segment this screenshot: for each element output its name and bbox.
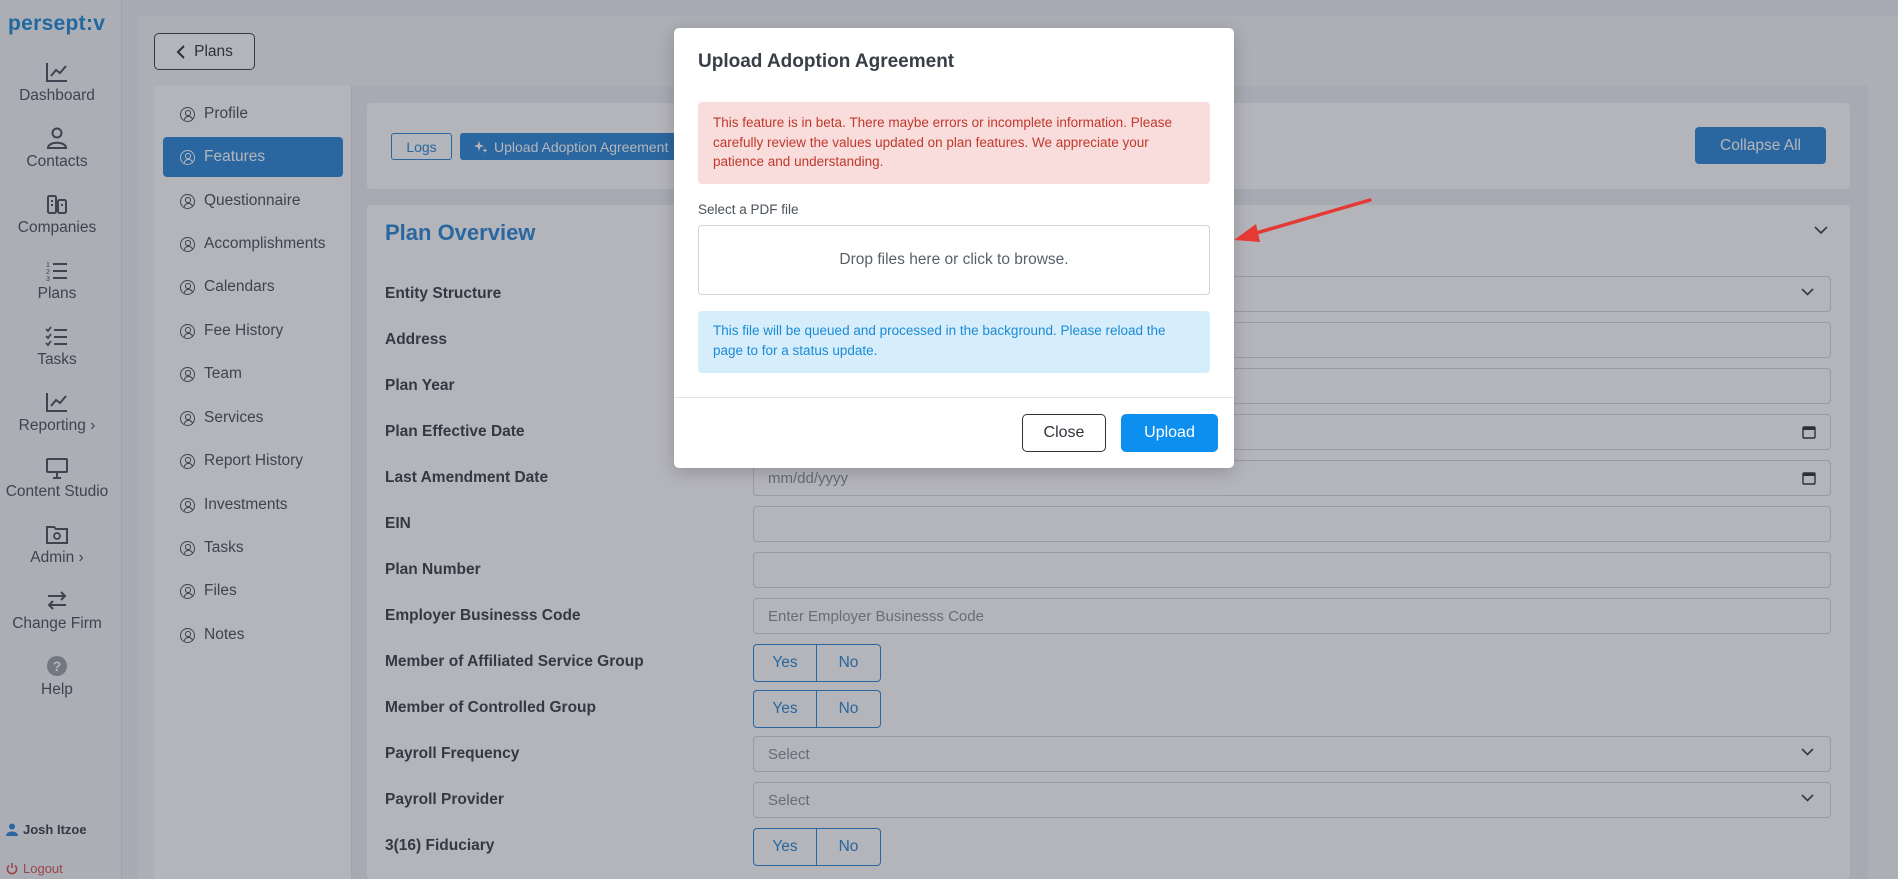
file-select-label: Select a PDF file (698, 202, 799, 217)
beta-warning-alert: This feature is in beta. There maybe err… (698, 102, 1210, 184)
modal-title: Upload Adoption Agreement (698, 51, 955, 72)
modal-divider (674, 397, 1234, 398)
upload-adoption-agreement-modal: Upload Adoption Agreement This feature i… (674, 28, 1234, 468)
file-dropzone[interactable]: Drop files here or click to browse. (698, 225, 1210, 295)
upload-button[interactable]: Upload (1121, 414, 1218, 452)
annotation-arrow-icon (1234, 198, 1372, 242)
processing-info-alert: This file will be queued and processed i… (698, 311, 1210, 373)
close-button[interactable]: Close (1022, 414, 1106, 452)
